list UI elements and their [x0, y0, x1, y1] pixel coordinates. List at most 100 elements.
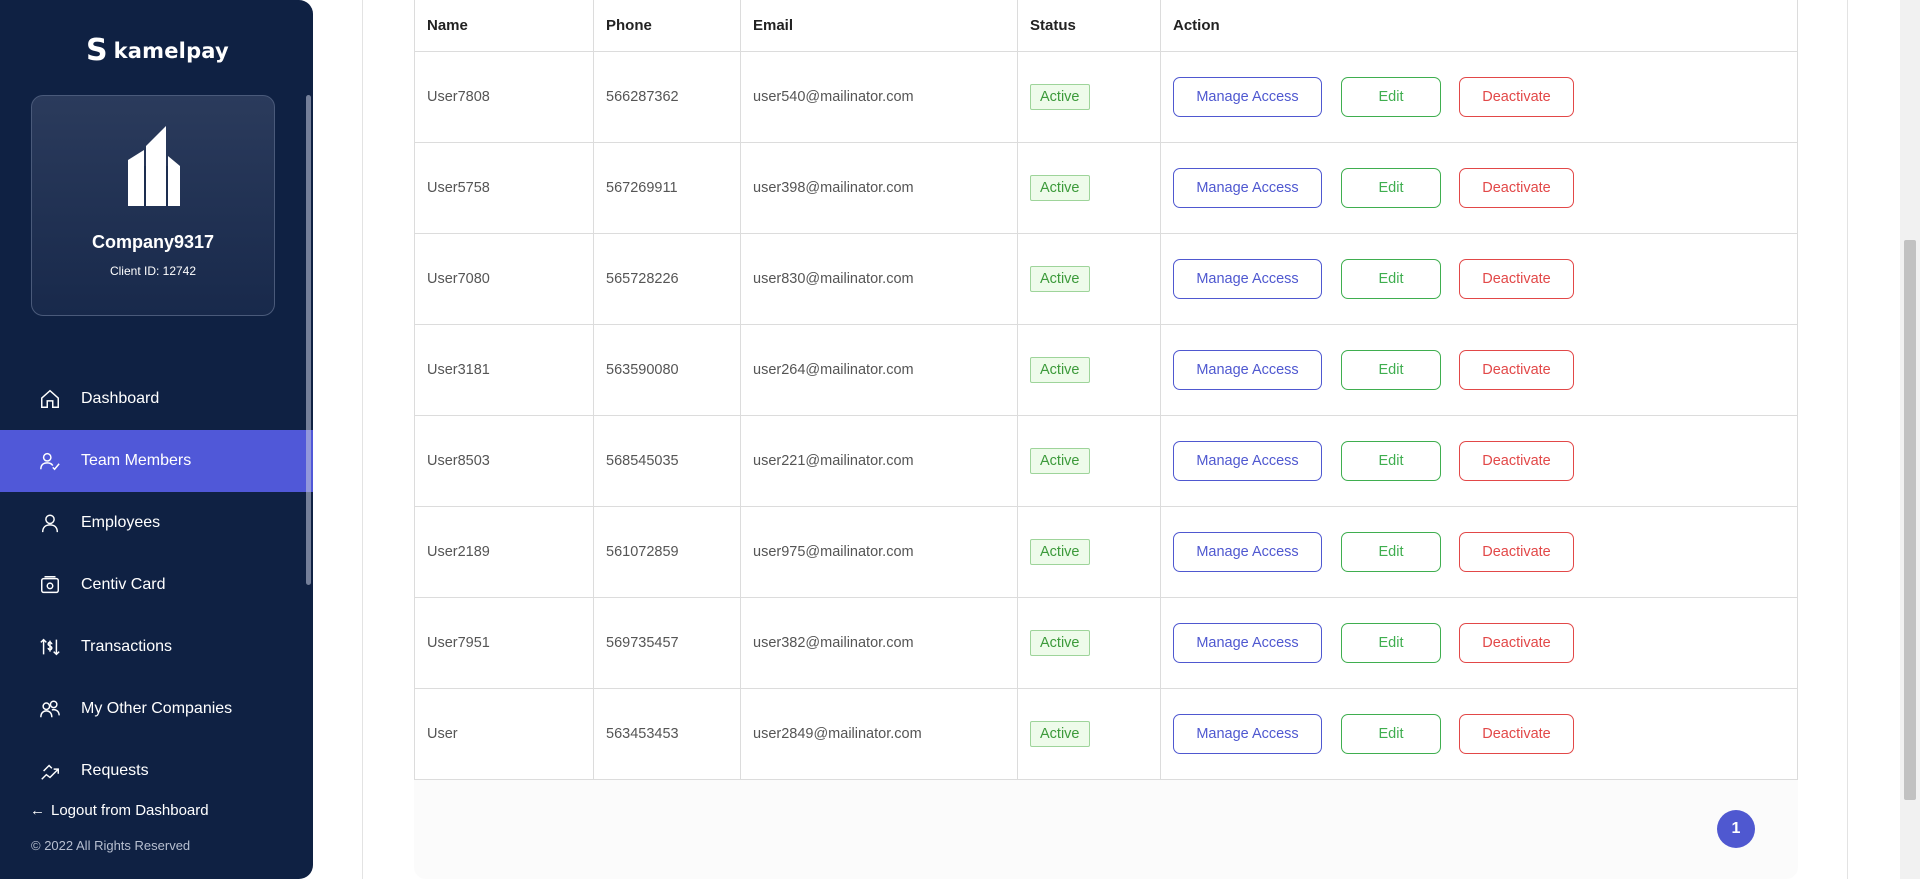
table-header-row: Name Phone Email Status Action: [414, 0, 1798, 52]
sidebar-item-label: Dashboard: [81, 390, 160, 407]
deactivate-button[interactable]: Deactivate: [1459, 76, 1574, 117]
cell-email: user398@mailinator.com: [740, 141, 1018, 234]
cell-phone: 568545035: [593, 414, 741, 507]
sidebar-scrollbar[interactable]: [306, 95, 311, 585]
cell-phone: 566287362: [593, 50, 741, 143]
header-email[interactable]: Email: [740, 0, 1018, 52]
sidebar-nav: Dashboard Team Members Employees Centiv …: [0, 368, 313, 802]
manage-access-button[interactable]: Manage Access: [1173, 258, 1322, 299]
status-badge: Active: [1030, 629, 1090, 656]
cell-email: user2849@mailinator.com: [740, 687, 1018, 780]
pagination-page-1[interactable]: 1: [1717, 810, 1755, 848]
deactivate-button[interactable]: Deactivate: [1459, 258, 1574, 299]
kamelpay-logo-icon: S: [86, 33, 108, 68]
cell-status: Active: [1017, 505, 1161, 598]
user-icon: [38, 511, 62, 535]
header-status[interactable]: Status: [1017, 0, 1161, 52]
requests-icon: [38, 759, 62, 783]
cell-email: user975@mailinator.com: [740, 505, 1018, 598]
copyright: © 2022 All Rights Reserved: [31, 838, 191, 853]
brand-logo[interactable]: S kamelpay: [86, 36, 229, 66]
edit-button[interactable]: Edit: [1341, 713, 1441, 754]
status-badge: Active: [1030, 538, 1090, 565]
cell-actions: Manage Access Edit Deactivate: [1160, 596, 1798, 689]
deactivate-button[interactable]: Deactivate: [1459, 622, 1574, 663]
cell-actions: Manage Access Edit Deactivate: [1160, 50, 1798, 143]
sidebar-item-label: Requests: [81, 762, 149, 779]
table-row: User7951 569735457 user382@mailinator.co…: [414, 596, 1798, 689]
edit-button[interactable]: Edit: [1341, 76, 1441, 117]
cell-status: Active: [1017, 232, 1161, 325]
manage-access-button[interactable]: Manage Access: [1173, 440, 1322, 481]
sidebar-item-employees[interactable]: Employees: [0, 492, 313, 554]
cell-email: user830@mailinator.com: [740, 232, 1018, 325]
cell-email: user540@mailinator.com: [740, 50, 1018, 143]
status-badge: Active: [1030, 265, 1090, 292]
cell-phone: 563453453: [593, 687, 741, 780]
cell-status: Active: [1017, 687, 1161, 780]
manage-access-button[interactable]: Manage Access: [1173, 76, 1322, 117]
cell-email: user382@mailinator.com: [740, 596, 1018, 689]
sidebar-item-centiv-card[interactable]: Centiv Card: [0, 554, 313, 616]
transactions-icon: [38, 635, 62, 659]
deactivate-button[interactable]: Deactivate: [1459, 349, 1574, 390]
sidebar-item-dashboard[interactable]: Dashboard: [0, 368, 313, 430]
manage-access-button[interactable]: Manage Access: [1173, 349, 1322, 390]
sidebar-item-transactions[interactable]: Transactions: [0, 616, 313, 678]
cell-actions: Manage Access Edit Deactivate: [1160, 505, 1798, 598]
deactivate-button[interactable]: Deactivate: [1459, 713, 1574, 754]
cell-actions: Manage Access Edit Deactivate: [1160, 687, 1798, 780]
logout-link[interactable]: ← Logout from Dashboard: [30, 802, 209, 819]
manage-access-button[interactable]: Manage Access: [1173, 713, 1322, 754]
cell-email: user264@mailinator.com: [740, 323, 1018, 416]
sidebar-item-requests[interactable]: Requests: [0, 740, 313, 802]
edit-button[interactable]: Edit: [1341, 258, 1441, 299]
table-row: User2189 561072859 user975@mailinator.co…: [414, 505, 1798, 598]
cell-name: User2189: [414, 505, 594, 598]
cell-phone: 569735457: [593, 596, 741, 689]
cell-phone: 565728226: [593, 232, 741, 325]
header-phone[interactable]: Phone: [593, 0, 741, 52]
table-row: User7080 565728226 user830@mailinator.co…: [414, 232, 1798, 325]
cell-phone: 567269911: [593, 141, 741, 234]
deactivate-button[interactable]: Deactivate: [1459, 531, 1574, 572]
deactivate-button[interactable]: Deactivate: [1459, 167, 1574, 208]
edit-button[interactable]: Edit: [1341, 531, 1441, 572]
edit-button[interactable]: Edit: [1341, 440, 1441, 481]
sidebar-item-label: My Other Companies: [81, 700, 233, 717]
client-id: Client ID: 12742: [109, 264, 197, 278]
cell-name: User7080: [414, 232, 594, 325]
cell-name: User7808: [414, 50, 594, 143]
cell-actions: Manage Access Edit Deactivate: [1160, 141, 1798, 234]
sidebar-item-label: Employees: [81, 514, 161, 531]
edit-button[interactable]: Edit: [1341, 349, 1441, 390]
status-badge: Active: [1030, 720, 1090, 747]
cell-name: User5758: [414, 141, 594, 234]
edit-button[interactable]: Edit: [1341, 167, 1441, 208]
cell-status: Active: [1017, 141, 1161, 234]
home-icon: [38, 387, 62, 411]
cell-name: User3181: [414, 323, 594, 416]
sidebar-item-team-members[interactable]: Team Members: [0, 430, 313, 492]
cell-actions: Manage Access Edit Deactivate: [1160, 323, 1798, 416]
card-icon: [38, 573, 62, 597]
cell-actions: Manage Access Edit Deactivate: [1160, 232, 1798, 325]
cell-status: Active: [1017, 596, 1161, 689]
edit-button[interactable]: Edit: [1341, 622, 1441, 663]
cell-status: Active: [1017, 414, 1161, 507]
building-icon: [128, 126, 180, 206]
page-scrollbar[interactable]: [1900, 0, 1920, 879]
header-name[interactable]: Name: [414, 0, 594, 52]
sidebar-item-label: Centiv Card: [81, 576, 166, 593]
cell-status: Active: [1017, 50, 1161, 143]
manage-access-button[interactable]: Manage Access: [1173, 622, 1322, 663]
status-badge: Active: [1030, 83, 1090, 110]
deactivate-button[interactable]: Deactivate: [1459, 440, 1574, 481]
table-row: User 563453453 user2849@mailinator.com A…: [414, 687, 1798, 780]
company-name: Company9317: [91, 232, 215, 252]
cell-status: Active: [1017, 323, 1161, 416]
manage-access-button[interactable]: Manage Access: [1173, 167, 1322, 208]
scrollbar-thumb[interactable]: [1904, 240, 1916, 800]
manage-access-button[interactable]: Manage Access: [1173, 531, 1322, 572]
sidebar-item-my-other-companies[interactable]: My Other Companies: [0, 678, 313, 740]
